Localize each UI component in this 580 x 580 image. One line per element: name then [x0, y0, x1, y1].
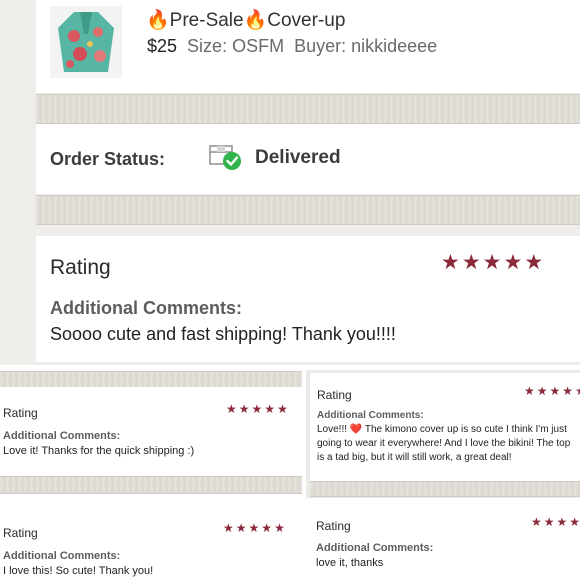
review-card: Rating ★★★★★ Additional Comments: Love!!…	[310, 373, 580, 493]
star-icon: ★	[575, 385, 580, 397]
rating-label: Rating	[3, 406, 38, 420]
kimono-thumbnail[interactable]	[50, 6, 122, 78]
additional-comments-label: Additional Comments:	[316, 542, 434, 554]
listing-meta: $25 Size: OSFM Buyer: nikkideeee	[147, 36, 437, 57]
delivered-box-check-icon	[208, 140, 244, 172]
star-rating: ★★★★★	[223, 522, 285, 534]
divider-stripe	[0, 371, 302, 388]
order-status-label: Order Status:	[50, 149, 166, 169]
fire-icon: 🔥	[146, 10, 170, 31]
star-icon: ★	[549, 384, 561, 398]
rating-label: Rating	[3, 526, 38, 540]
review-comment: Love it! Thanks for the quick shipping :…	[3, 445, 195, 457]
star-icon: ★	[536, 384, 548, 398]
star-rating: ★★★★★	[441, 252, 543, 273]
additional-comments-label: Additional Comments:	[3, 550, 121, 562]
divider-stripe	[36, 94, 580, 124]
review-card: Rating ★ ★ ★ ★ ★ Additional Comments: Love i…	[0, 387, 302, 475]
review-comment-start: Love!!!	[317, 424, 348, 435]
star-icon: ★	[223, 521, 234, 535]
star-icon: ★	[524, 384, 535, 398]
star-icon: ★	[248, 521, 260, 535]
review-card: Rating ★ ★ ★ ★ ★ Additional Comments: I love…	[0, 508, 292, 580]
star-rating: ★★★★★	[226, 403, 288, 415]
star-icon: ★	[274, 521, 285, 535]
rating-label: Rating	[317, 388, 352, 402]
review-comment: love it, thanks	[316, 557, 384, 569]
review-comment: I love this! So cute! Thank you!	[3, 565, 154, 577]
divider-stripe	[310, 481, 580, 497]
star-icon: ★	[524, 251, 544, 274]
listing-title-suffix: Cover-up	[267, 10, 346, 31]
main-review-panel: Rating ★ ★ ★ ★ ★ Additional Comments: Soooo …	[36, 236, 580, 362]
heart-icon: ❤️	[349, 424, 363, 435]
star-icon: ★	[226, 402, 237, 416]
rating-label: Rating	[316, 519, 351, 533]
listing-price: $25	[147, 36, 178, 56]
review-comment: Love!!! ❤️ The kimono cover up is so cut…	[317, 423, 579, 465]
additional-comments-label: Additional Comments:	[3, 430, 121, 442]
review-card: Rating ★★★★★ Additional Comments: love i…	[310, 500, 580, 580]
review-comment: Soooo cute and fast shipping! Thank you!…	[50, 324, 396, 344]
star-icon: ★	[556, 515, 568, 529]
divider-stripe	[36, 195, 580, 225]
listing-title[interactable]: 🔥Pre-Sale🔥Cover-up	[146, 8, 345, 32]
star-icon: ★	[503, 251, 523, 274]
star-icon: ★	[238, 402, 250, 416]
star-icon: ★	[441, 251, 460, 274]
star-icon: ★	[482, 251, 502, 274]
star-rating: ★★★★★	[524, 385, 580, 397]
star-icon: ★	[261, 521, 273, 535]
additional-comments-label: Additional Comments:	[50, 298, 242, 318]
star-icon: ★	[251, 402, 263, 416]
listing-size: Size: OSFM	[187, 36, 285, 56]
rating-label: Rating	[50, 256, 111, 279]
additional-comments-label: Additional Comments:	[317, 410, 424, 421]
order-status-panel: Order Status: Delivered	[36, 124, 580, 194]
listing-title-mid: Pre-Sale	[169, 10, 244, 31]
star-icon: ★	[531, 515, 542, 529]
star-icon: ★	[543, 515, 555, 529]
star-icon: ★	[569, 515, 580, 529]
star-icon: ★	[562, 384, 574, 398]
star-icon: ★	[235, 521, 247, 535]
listing-buyer: Buyer: nikkideeee	[294, 36, 438, 56]
divider-stripe	[0, 476, 302, 494]
star-icon: ★	[264, 402, 276, 416]
star-rating: ★★★★★	[531, 516, 580, 528]
listing-panel: 🔥Pre-Sale🔥Cover-up $25 Size: OSFM Buyer: n…	[36, 0, 580, 93]
star-icon: ★	[277, 402, 288, 416]
fire-icon: 🔥	[243, 10, 268, 31]
order-status-value: Delivered	[255, 147, 341, 168]
star-icon: ★	[461, 251, 481, 274]
